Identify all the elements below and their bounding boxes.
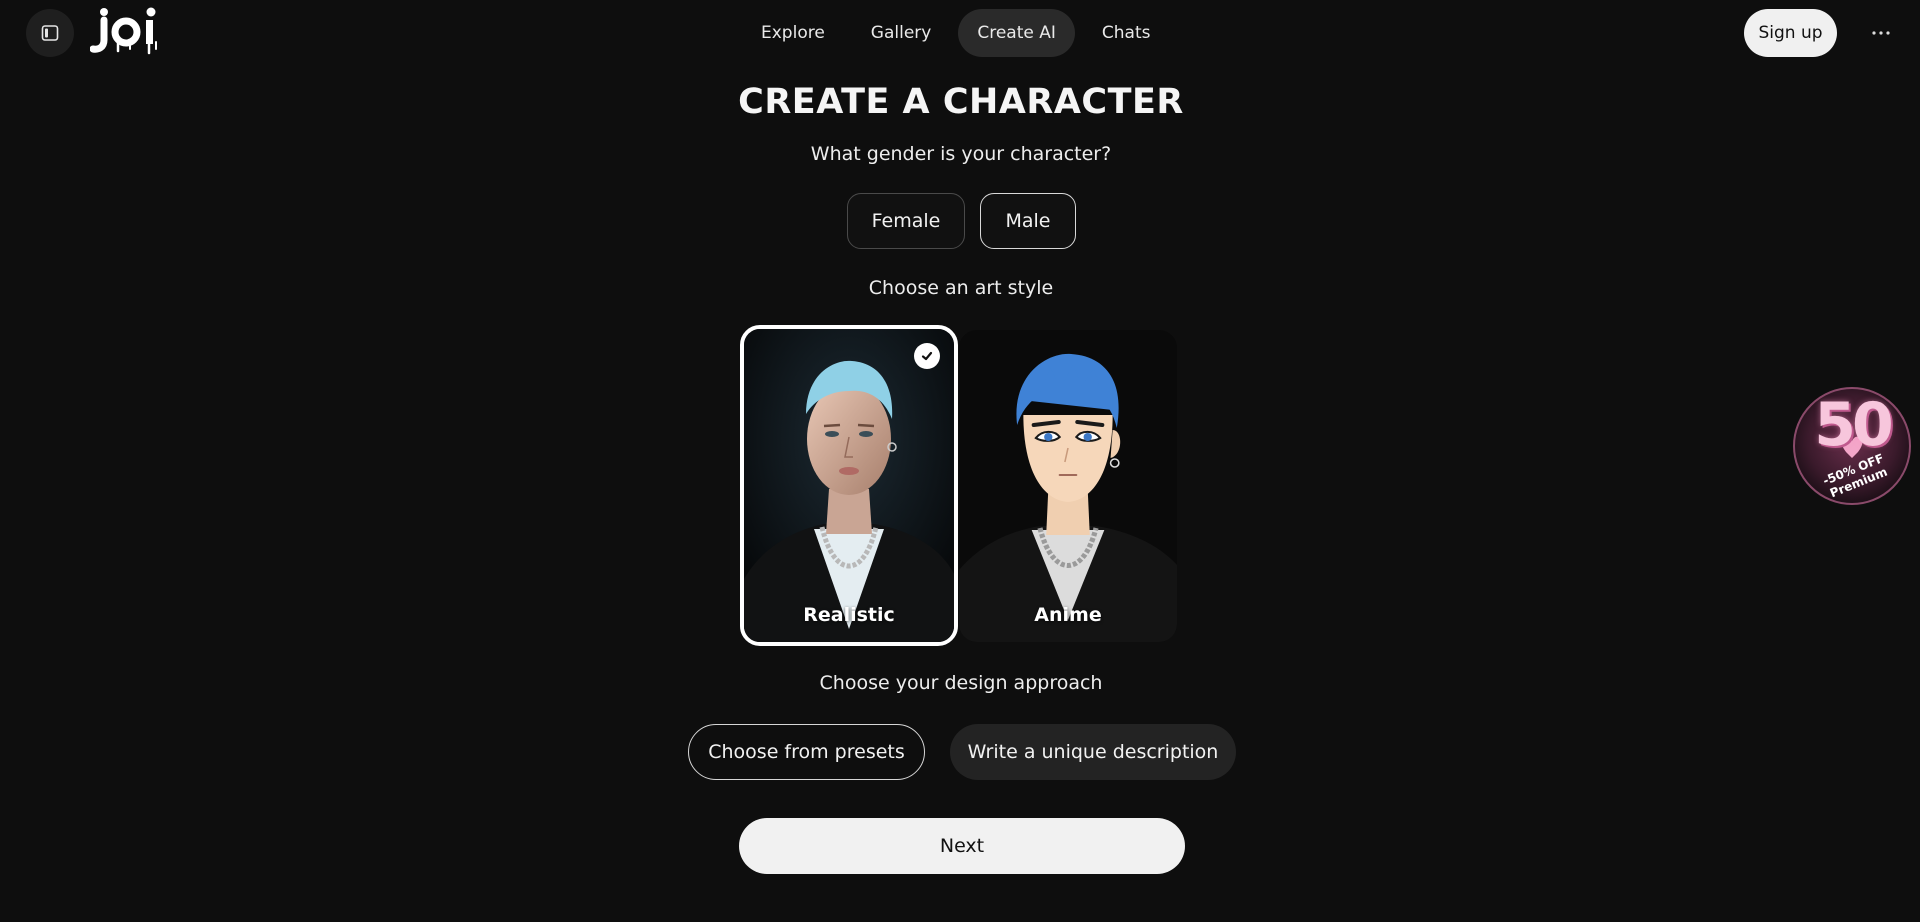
design-approach-question: Choose your design approach	[819, 672, 1103, 694]
sign-up-button[interactable]: Sign up	[1744, 9, 1837, 57]
gender-male-option[interactable]: Male	[980, 193, 1076, 249]
gender-options: Female Male	[847, 193, 1076, 249]
art-style-realistic-card[interactable]: Realistic	[740, 325, 958, 646]
page-title: CREATE A CHARACTER	[738, 82, 1184, 122]
design-approach-options: Choose from presets Write a unique descr…	[688, 724, 1236, 780]
realistic-portrait-image	[744, 329, 954, 642]
nav-explore[interactable]: Explore	[742, 9, 844, 57]
sidebar-toggle-icon	[41, 25, 59, 41]
gender-question: What gender is your character?	[810, 143, 1112, 165]
selected-check-icon	[914, 343, 940, 369]
sidebar-toggle-button[interactable]	[26, 9, 74, 57]
art-style-question: Choose an art style	[868, 277, 1054, 299]
more-options-button[interactable]	[1864, 16, 1898, 50]
nav-create-ai[interactable]: Create AI	[958, 9, 1075, 57]
art-style-anime-card[interactable]: Anime	[959, 330, 1177, 642]
create-character-page: Explore Gallery Create AI Chats Sign up …	[0, 0, 1920, 922]
main-nav: Explore Gallery Create AI Chats	[742, 9, 1177, 57]
next-button[interactable]: Next	[739, 818, 1185, 874]
premium-discount-badge[interactable]: 50 -50% OFF Premium	[1790, 384, 1914, 508]
art-style-realistic-label: Realistic	[803, 604, 895, 626]
joi-logo[interactable]	[89, 6, 164, 58]
nav-gallery[interactable]: Gallery	[852, 9, 951, 57]
art-style-anime-label: Anime	[1034, 604, 1102, 626]
gender-female-option[interactable]: Female	[847, 193, 965, 249]
anime-portrait-image	[959, 330, 1177, 642]
choose-presets-button[interactable]: Choose from presets	[688, 724, 925, 780]
nav-chats[interactable]: Chats	[1083, 9, 1170, 57]
write-description-button[interactable]: Write a unique description	[950, 724, 1236, 780]
more-horizontal-icon	[1872, 31, 1890, 35]
